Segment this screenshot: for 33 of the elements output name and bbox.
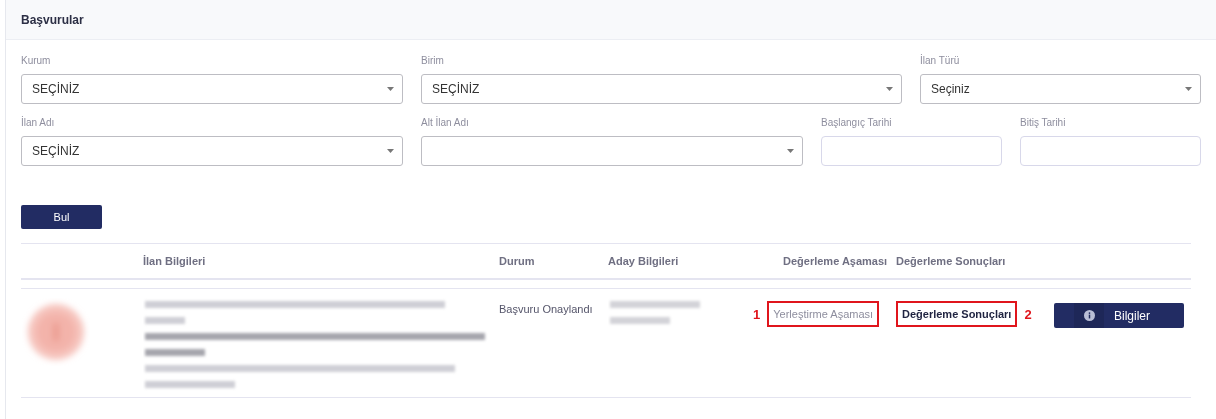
date-field[interactable]: [821, 136, 1002, 166]
caret-icon: [1185, 87, 1192, 91]
column-header: Aday Bilgileri: [608, 255, 679, 267]
results-link[interactable]: Değerleme Sonuçları: [896, 301, 1018, 327]
date-field[interactable]: [1020, 136, 1201, 166]
caret-icon: [787, 149, 794, 153]
select-field[interactable]: [421, 136, 803, 166]
select-field[interactable]: SEÇİNİZ: [21, 74, 403, 104]
field-label: İlan Türü: [920, 55, 961, 66]
caret-icon: [387, 149, 394, 153]
field-label: Birim: [421, 55, 445, 66]
search-button[interactable]: Bul: [21, 205, 102, 229]
page-title: Başvurular: [21, 12, 84, 27]
column-header: İlan Bilgileri: [143, 255, 206, 267]
column-header: Durum: [499, 255, 535, 267]
annotation-number: 2: [1024, 306, 1032, 322]
caret-icon: [387, 87, 394, 91]
annotation-number: 1: [753, 306, 761, 322]
select-field[interactable]: Seçiniz: [920, 74, 1201, 104]
stage-text: Yerleştirme Aşaması: [767, 301, 880, 327]
field-label: Alt İlan Adı: [421, 117, 470, 128]
column-header: Değerleme Aşaması: [783, 255, 888, 267]
field-label: Bitiş Tarihi: [1020, 117, 1067, 128]
column-header: Değerleme Sonuçları: [896, 255, 1006, 267]
info-button[interactable]: Bilgiler: [1054, 303, 1184, 328]
select-field[interactable]: SEÇİNİZ: [21, 136, 403, 166]
caret-icon: [886, 87, 893, 91]
field-label: Başlangıç Tarihi: [821, 117, 893, 128]
field-label: Kurum: [21, 55, 52, 66]
info-icon: [1083, 310, 1095, 321]
select-field[interactable]: SEÇİNİZ: [421, 74, 902, 104]
status-text: Başvuru Onaylandı: [499, 303, 593, 315]
field-label: İlan Adı: [21, 117, 56, 128]
